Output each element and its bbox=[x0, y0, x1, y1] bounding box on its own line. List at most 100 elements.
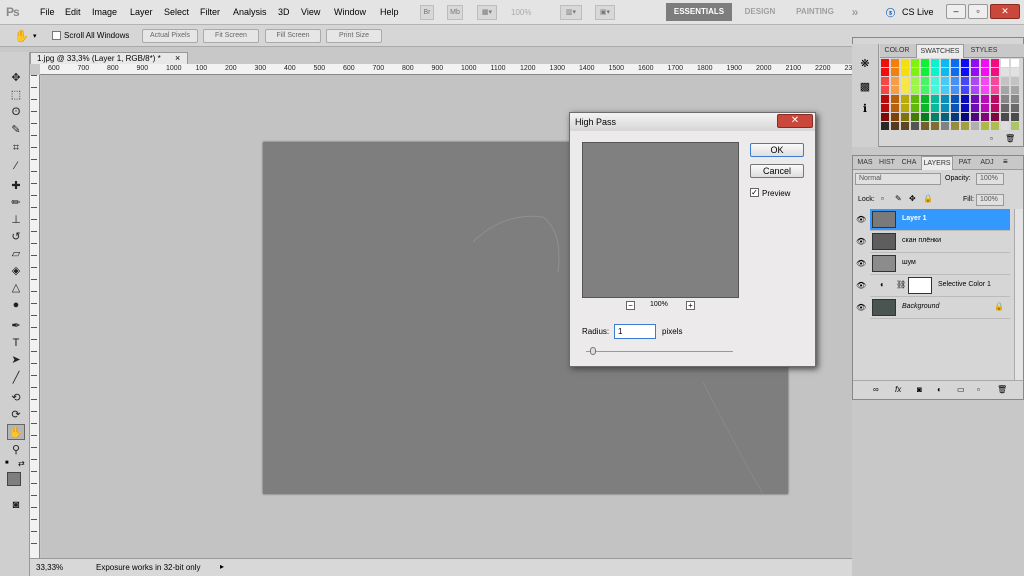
color-swatch[interactable] bbox=[981, 59, 989, 67]
color-swatch[interactable] bbox=[991, 68, 999, 76]
blur-tool-icon[interactable]: △ bbox=[7, 280, 25, 296]
quick-selection-tool-icon[interactable]: ✎ bbox=[7, 122, 25, 138]
tab-swatches[interactable]: SWATCHES bbox=[916, 44, 964, 58]
color-swatch[interactable] bbox=[881, 95, 889, 103]
color-swatch[interactable] bbox=[971, 68, 979, 76]
more-workspaces-button[interactable]: » bbox=[847, 3, 863, 21]
color-swatch[interactable] bbox=[951, 113, 959, 121]
color-swatch[interactable] bbox=[1001, 122, 1009, 130]
color-swatch[interactable] bbox=[1011, 77, 1019, 85]
color-swatch[interactable] bbox=[991, 113, 999, 121]
color-swatch[interactable] bbox=[881, 86, 889, 94]
lock-image-icon[interactable]: ✎ bbox=[895, 194, 902, 203]
color-swatch[interactable] bbox=[981, 86, 989, 94]
color-swatch[interactable] bbox=[971, 113, 979, 121]
color-swatch[interactable] bbox=[1011, 86, 1019, 94]
default-colors-icon[interactable]: ■ bbox=[5, 460, 12, 467]
color-swatch[interactable] bbox=[1001, 77, 1009, 85]
color-swatch[interactable] bbox=[921, 68, 929, 76]
color-swatch[interactable] bbox=[901, 59, 909, 67]
lock-all-icon[interactable]: 🔒 bbox=[923, 194, 933, 203]
color-swatch[interactable] bbox=[891, 113, 899, 121]
lock-position-icon[interactable]: ✥ bbox=[909, 194, 916, 203]
workspace-design[interactable]: DESIGN bbox=[738, 3, 782, 21]
document-tab[interactable]: 1.jpg @ 33,3% (Layer 1, RGB/8*) * × bbox=[30, 52, 188, 64]
cs-live-label[interactable]: CS Live bbox=[902, 7, 934, 17]
workspace-painting[interactable]: PAINTING bbox=[789, 3, 841, 21]
3d-rotate-tool-icon[interactable]: ⟲ bbox=[7, 390, 25, 406]
color-swatch[interactable] bbox=[951, 95, 959, 103]
bridge-button[interactable]: Br bbox=[420, 5, 434, 20]
tab-styles[interactable]: STYLES bbox=[968, 44, 1000, 58]
color-swatch[interactable] bbox=[951, 77, 959, 85]
radius-slider-handle[interactable] bbox=[590, 347, 596, 355]
color-swatch[interactable] bbox=[951, 59, 959, 67]
color-swatch[interactable] bbox=[961, 104, 969, 112]
color-swatch[interactable] bbox=[901, 86, 909, 94]
status-zoom[interactable]: 33,33% bbox=[36, 563, 63, 572]
close-window-button[interactable]: ✕ bbox=[990, 4, 1020, 19]
color-swatch[interactable] bbox=[931, 95, 939, 103]
color-swatch[interactable] bbox=[901, 68, 909, 76]
color-swatch[interactable] bbox=[941, 122, 949, 130]
group-icon[interactable]: ▭ bbox=[957, 385, 965, 394]
color-swatch[interactable] bbox=[1011, 104, 1019, 112]
color-swatch[interactable] bbox=[911, 95, 919, 103]
color-swatch[interactable] bbox=[961, 59, 969, 67]
color-swatch[interactable] bbox=[1011, 95, 1019, 103]
color-swatch[interactable] bbox=[921, 95, 929, 103]
ok-button[interactable]: OK bbox=[750, 143, 804, 157]
clone-stamp-tool-icon[interactable]: ⊥ bbox=[7, 212, 25, 228]
color-swatch[interactable] bbox=[911, 86, 919, 94]
dialog-close-button[interactable]: ✕ bbox=[777, 114, 813, 128]
color-swatch[interactable] bbox=[1001, 95, 1009, 103]
color-swatch[interactable] bbox=[961, 113, 969, 121]
layer-visibility-icon[interactable]: 👁 bbox=[856, 237, 866, 246]
styles-panel-icon[interactable]: ▩ bbox=[858, 80, 872, 94]
color-swatch[interactable] bbox=[921, 86, 929, 94]
actual-pixels-button[interactable]: Actual Pixels bbox=[142, 29, 198, 43]
paint-bucket-tool-icon[interactable]: ◈ bbox=[7, 263, 25, 279]
color-swatch[interactable] bbox=[881, 68, 889, 76]
tab-adjustments[interactable]: ADJ bbox=[977, 156, 997, 170]
color-swatch[interactable] bbox=[981, 95, 989, 103]
menu-file[interactable]: File bbox=[40, 7, 55, 17]
delete-layer-icon[interactable]: 🗑 bbox=[997, 385, 1007, 394]
color-swatch[interactable] bbox=[941, 68, 949, 76]
menu-window[interactable]: Window bbox=[334, 7, 366, 17]
tab-masks[interactable]: MAS bbox=[855, 156, 875, 170]
color-swatch[interactable] bbox=[881, 77, 889, 85]
color-swatch[interactable] bbox=[921, 113, 929, 121]
color-swatch[interactable] bbox=[991, 77, 999, 85]
menu-help[interactable]: Help bbox=[380, 7, 399, 17]
menu-select[interactable]: Select bbox=[164, 7, 189, 17]
menu-analysis[interactable]: Analysis bbox=[233, 7, 267, 17]
color-swatch[interactable] bbox=[951, 122, 959, 130]
color-swatch[interactable] bbox=[931, 68, 939, 76]
fill-input[interactable]: 100% bbox=[976, 194, 1004, 206]
color-swatch[interactable] bbox=[911, 113, 919, 121]
color-swatch[interactable] bbox=[961, 122, 969, 130]
color-swatch[interactable] bbox=[921, 104, 929, 112]
color-swatch[interactable] bbox=[951, 68, 959, 76]
color-swatch[interactable] bbox=[881, 104, 889, 112]
color-swatch[interactable] bbox=[961, 68, 969, 76]
color-swatch[interactable] bbox=[901, 77, 909, 85]
color-swatch[interactable] bbox=[931, 104, 939, 112]
delete-swatch-icon[interactable]: 🗑 bbox=[1005, 134, 1015, 143]
status-menu-arrow-icon[interactable]: ▸ bbox=[220, 562, 224, 571]
color-swatch[interactable] bbox=[931, 59, 939, 67]
color-swatch[interactable] bbox=[971, 95, 979, 103]
color-swatch[interactable] bbox=[1001, 68, 1009, 76]
extras-dropdown[interactable]: ▦▾ bbox=[477, 5, 497, 20]
layers-scrollbar[interactable] bbox=[1014, 209, 1023, 380]
color-swatch[interactable] bbox=[891, 86, 899, 94]
minimize-button[interactable]: – bbox=[946, 4, 966, 19]
color-swatch[interactable] bbox=[941, 113, 949, 121]
adjustment-layer-icon[interactable]: ◐ bbox=[937, 385, 942, 394]
color-swatch[interactable] bbox=[981, 104, 989, 112]
hand-tool-button-icon[interactable]: ✋ bbox=[7, 424, 25, 440]
color-swatch[interactable] bbox=[971, 77, 979, 85]
cs-live-icon[interactable]: ⓢ bbox=[886, 6, 895, 19]
color-swatch[interactable] bbox=[881, 113, 889, 121]
